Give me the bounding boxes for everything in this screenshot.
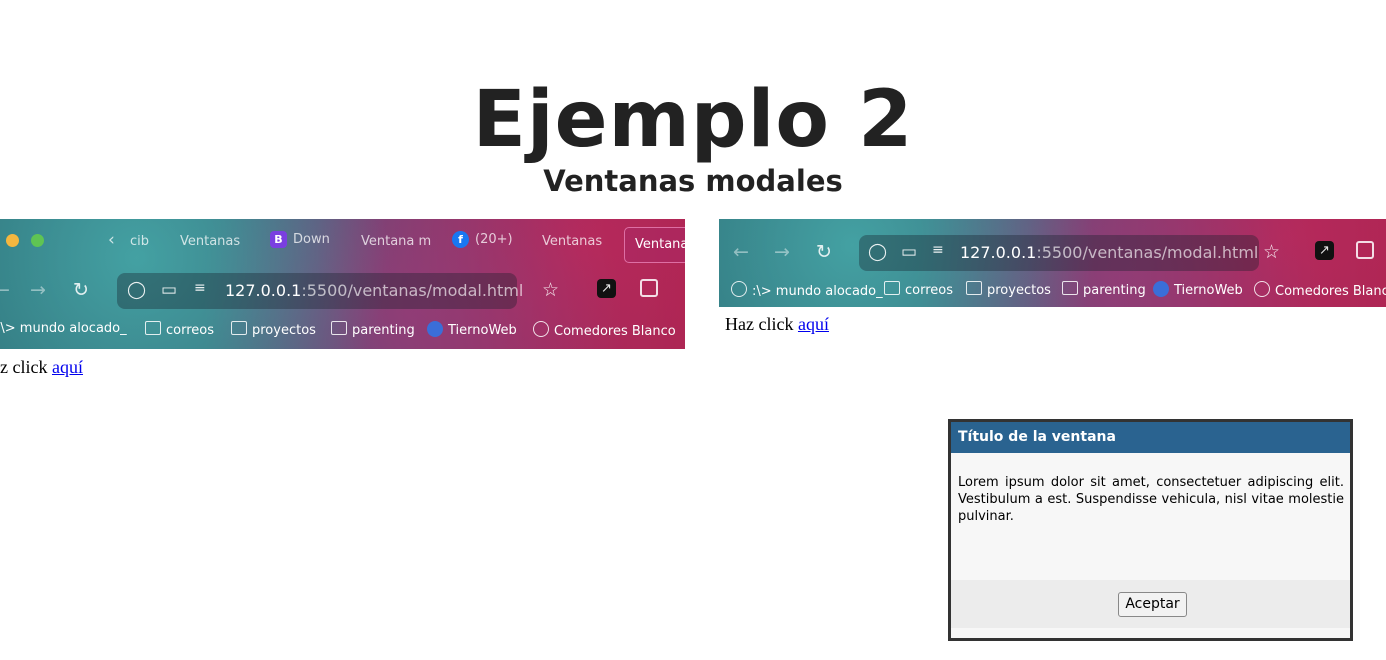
folder-icon <box>1062 281 1078 295</box>
click-link[interactable]: aquí <box>798 314 829 334</box>
modal-window: Título de la ventana Lorem ipsum dolor s… <box>948 419 1353 641</box>
tab-scroll-left-icon[interactable]: ‹ <box>108 230 115 250</box>
folder-icon <box>884 281 900 295</box>
bookmark-label: TiernoWeb <box>1174 283 1243 298</box>
shield-icon[interactable]: ◯ <box>127 280 146 300</box>
forward-arrow-icon[interactable]: → <box>30 279 46 301</box>
bootstrap-icon: B <box>270 231 287 248</box>
page-icon[interactable]: ▭ <box>901 242 917 262</box>
star-icon[interactable]: ☆ <box>542 279 559 301</box>
url-host: 127.0.0.1 <box>225 281 302 300</box>
folder-icon <box>331 321 347 335</box>
url-text[interactable]: 127.0.0.1:5500/ventanas/modal.html <box>960 243 1258 262</box>
bookmark-item[interactable]: parenting <box>1062 281 1146 298</box>
tab-item[interactable]: f (20+) <box>452 231 513 248</box>
tab-item[interactable]: Ventana m <box>361 234 431 249</box>
click-text-1: z click aquí <box>0 357 83 378</box>
tiernoweb-icon <box>427 321 443 337</box>
click-link[interactable]: aquí <box>52 357 83 377</box>
page-subtitle: Ventanas modales <box>543 164 843 199</box>
modal-title: Título de la ventana <box>951 422 1350 453</box>
modal-body: Lorem ipsum dolor sit amet, consectetuer… <box>958 475 1344 524</box>
bookmark-item[interactable]: Comedores Blanco <box>533 321 676 339</box>
folder-icon <box>231 321 247 335</box>
back-arrow-icon[interactable]: ← <box>0 279 10 301</box>
url-path: :5500/ventanas/modal.html <box>301 281 524 300</box>
bookmark-label: proyectos <box>252 323 316 338</box>
shield-icon[interactable]: ◯ <box>868 242 887 262</box>
bookmark-item[interactable]: TiernoWeb <box>1153 281 1243 298</box>
maximize-dot-icon[interactable] <box>31 234 44 247</box>
tab-item[interactable]: cib <box>130 234 149 249</box>
reload-icon[interactable]: ↻ <box>73 279 89 301</box>
accept-button[interactable]: Aceptar <box>1118 592 1187 617</box>
bookmark-label: :\> mundo alocado_ <box>752 284 883 299</box>
url-text[interactable]: 127.0.0.1:5500/ventanas/modal.html <box>225 281 523 300</box>
bookmark-item[interactable]: Comedores Blanco <box>1254 281 1386 299</box>
extension-icon[interactable]: ↗ <box>1315 241 1334 260</box>
bookmark-item[interactable]: proyectos <box>966 281 1051 298</box>
modal-footer: Aceptar <box>951 580 1350 628</box>
nav-bar: ← → ↻ ◯ ▭ ≡ 127.0.0.1:5500/ventanas/moda… <box>719 233 1386 273</box>
tab-item[interactable]: B Down <box>270 231 330 248</box>
bookmark-item[interactable]: parenting <box>331 321 415 338</box>
folder-icon <box>966 281 982 295</box>
bookmark-label: TiernoWeb <box>448 323 517 338</box>
tab-active[interactable]: Ventana <box>624 227 685 263</box>
globe-icon <box>731 281 747 297</box>
bookmark-item[interactable]: :\> mundo alocado_ <box>731 281 883 299</box>
click-prefix: Haz click <box>725 314 794 334</box>
bookmark-label: proyectos <box>987 283 1051 298</box>
tab-item[interactable]: Ventanas <box>542 234 602 249</box>
page-title: Ejemplo 2 <box>472 75 914 166</box>
bookmark-label: parenting <box>352 323 415 338</box>
globe-icon <box>533 321 549 337</box>
browser-screenshot-2: ← → ↻ ◯ ▭ ≡ 127.0.0.1:5500/ventanas/moda… <box>719 219 1386 307</box>
star-icon[interactable]: ☆ <box>1263 241 1280 263</box>
bookmark-item[interactable]: correos <box>145 321 214 338</box>
site-settings-icon[interactable]: ≡ <box>932 242 944 258</box>
bookmarks-bar: :\> mundo alocado_ correos proyectos par… <box>0 321 685 349</box>
url-host: 127.0.0.1 <box>960 243 1037 262</box>
bookmark-label: correos <box>166 323 215 338</box>
nav-bar: ← → ↻ ◯ ▭ ≡ 127.0.0.1:5500/ventanas/moda… <box>0 271 685 311</box>
bookmark-item[interactable]: TiernoWeb <box>427 321 517 338</box>
bookmark-label: parenting <box>1083 283 1146 298</box>
reload-icon[interactable]: ↻ <box>816 241 832 263</box>
forward-arrow-icon[interactable]: → <box>774 241 790 263</box>
tab-label: (20+) <box>475 232 513 247</box>
tab-label: Down <box>293 232 330 247</box>
bookmark-label: Comedores Blanco <box>1275 284 1386 299</box>
sidebar-icon[interactable] <box>1356 241 1374 259</box>
folder-icon <box>145 321 161 335</box>
sidebar-icon[interactable] <box>640 279 658 297</box>
bookmarks-bar: :\> mundo alocado_ correos proyectos par… <box>719 281 1386 307</box>
back-arrow-icon[interactable]: ← <box>733 241 749 263</box>
bookmark-label: :\> mundo alocado_ <box>0 321 127 336</box>
bookmark-label: Comedores Blanco <box>554 324 676 339</box>
tab-bar: ‹ cib Ventanas B Down Ventana m f (20+) Ve… <box>0 219 685 263</box>
tab-item[interactable]: Ventanas <box>180 234 240 249</box>
url-path: :5500/ventanas/modal.html <box>1036 243 1259 262</box>
page-icon[interactable]: ▭ <box>161 280 177 300</box>
click-text-2: Haz click aquí <box>725 314 829 335</box>
bookmark-label: correos <box>905 283 954 298</box>
bookmark-item[interactable]: correos <box>884 281 953 298</box>
bookmark-item[interactable]: :\> mundo alocado_ <box>0 321 127 336</box>
click-prefix: z click <box>0 357 48 377</box>
tiernoweb-icon <box>1153 281 1169 297</box>
bookmark-item[interactable]: proyectos <box>231 321 316 338</box>
browser-screenshot-1: ‹ cib Ventanas B Down Ventana m f (20+) Ve… <box>0 219 685 349</box>
minimize-dot-icon[interactable] <box>6 234 19 247</box>
extension-icon[interactable]: ↗ <box>597 279 616 298</box>
facebook-icon: f <box>452 231 469 248</box>
site-settings-icon[interactable]: ≡ <box>194 280 206 296</box>
globe-icon <box>1254 281 1270 297</box>
